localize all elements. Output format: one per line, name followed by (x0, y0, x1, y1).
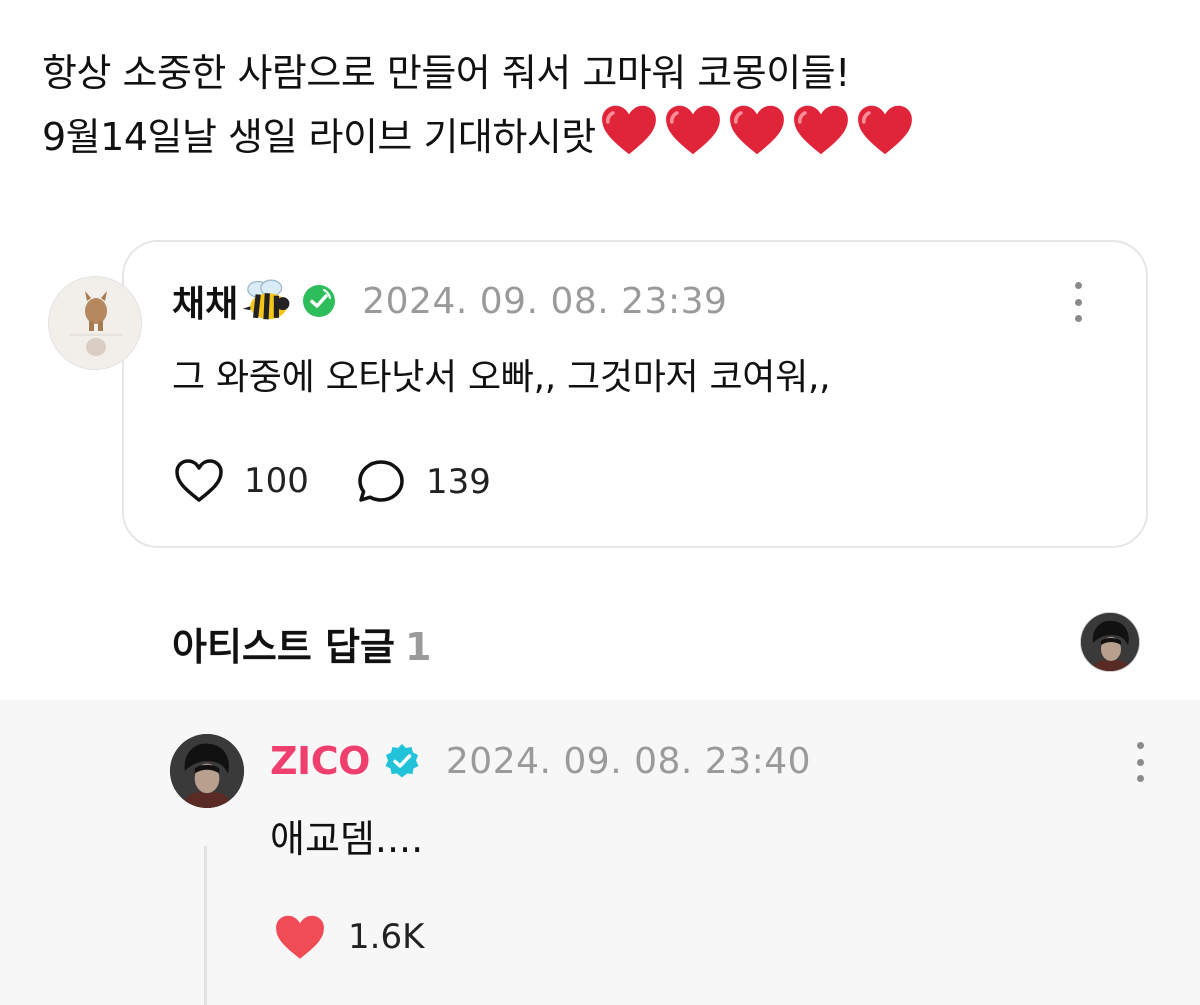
red-heart-icon (729, 105, 784, 155)
artist-reply-count: 1 (405, 625, 432, 669)
comment-like-count: 100 (244, 461, 309, 501)
artist-reply-title: 아티스트 답글 (172, 625, 395, 669)
heart-filled-icon (276, 915, 324, 959)
post-line-2: 9월14일날 생일 라이브 기대하시랏 (42, 104, 1162, 168)
reply-text: 애교뎀.... (270, 817, 424, 861)
reply-like-button[interactable]: 1.6K (272, 912, 424, 962)
artist-avatar-small[interactable] (1080, 612, 1140, 672)
post-line-1: 항상 소중한 사람으로 만들어 줘서 고마워 코몽이들! (42, 51, 850, 95)
artist-name[interactable]: ZICO (270, 739, 370, 783)
post-line-2-text: 9월14일날 생일 라이브 기대하시랏 (42, 115, 596, 159)
comment-header: 채채 2024. 09. 08. 23:39 (172, 276, 727, 326)
comment-like-button[interactable]: 100 (174, 458, 309, 504)
red-heart-icon (601, 105, 656, 155)
comment-reply-button[interactable]: 139 (356, 458, 491, 506)
red-heart-icon (793, 105, 848, 155)
artist-avatar[interactable] (170, 734, 244, 808)
comment-timestamp: 2024. 09. 08. 23:39 (362, 280, 728, 322)
heart-outline-icon (175, 459, 223, 502)
dog-avatar-icon (49, 277, 141, 369)
red-heart-icon (665, 105, 720, 155)
reply-timestamp: 2024. 09. 08. 23:40 (445, 740, 812, 782)
reply-more-options-icon[interactable] (1134, 742, 1146, 782)
comment-more-options-icon[interactable] (1072, 282, 1084, 322)
commenter-name[interactable]: 채채 (172, 275, 238, 327)
red-heart-icon (857, 105, 912, 155)
verified-green-icon (303, 285, 336, 317)
reply-header: ZICO 2024. 09. 08. 23:40 (270, 736, 811, 786)
reply-like-count: 1.6K (348, 917, 425, 957)
bee-icon (242, 279, 290, 320)
artist-photo-icon (170, 734, 244, 808)
thread-line (204, 846, 207, 1005)
comment-text: 그 와중에 오타낫서 오빠,, 그것마저 코여워,, (172, 357, 831, 398)
comment-reply-count: 139 (426, 462, 491, 502)
artist-photo-icon (1081, 613, 1139, 671)
commenter-avatar[interactable] (48, 276, 142, 370)
verified-blue-icon (385, 744, 419, 778)
artist-reply-section-title: 아티스트 답글 1 (172, 616, 431, 671)
speech-bubble-icon (358, 460, 404, 502)
post-text: 항상 소중한 사람으로 만들어 줘서 고마워 코몽이들! 9월14일날 생일 라… (42, 42, 1162, 168)
red-heart-emojis (600, 104, 914, 156)
